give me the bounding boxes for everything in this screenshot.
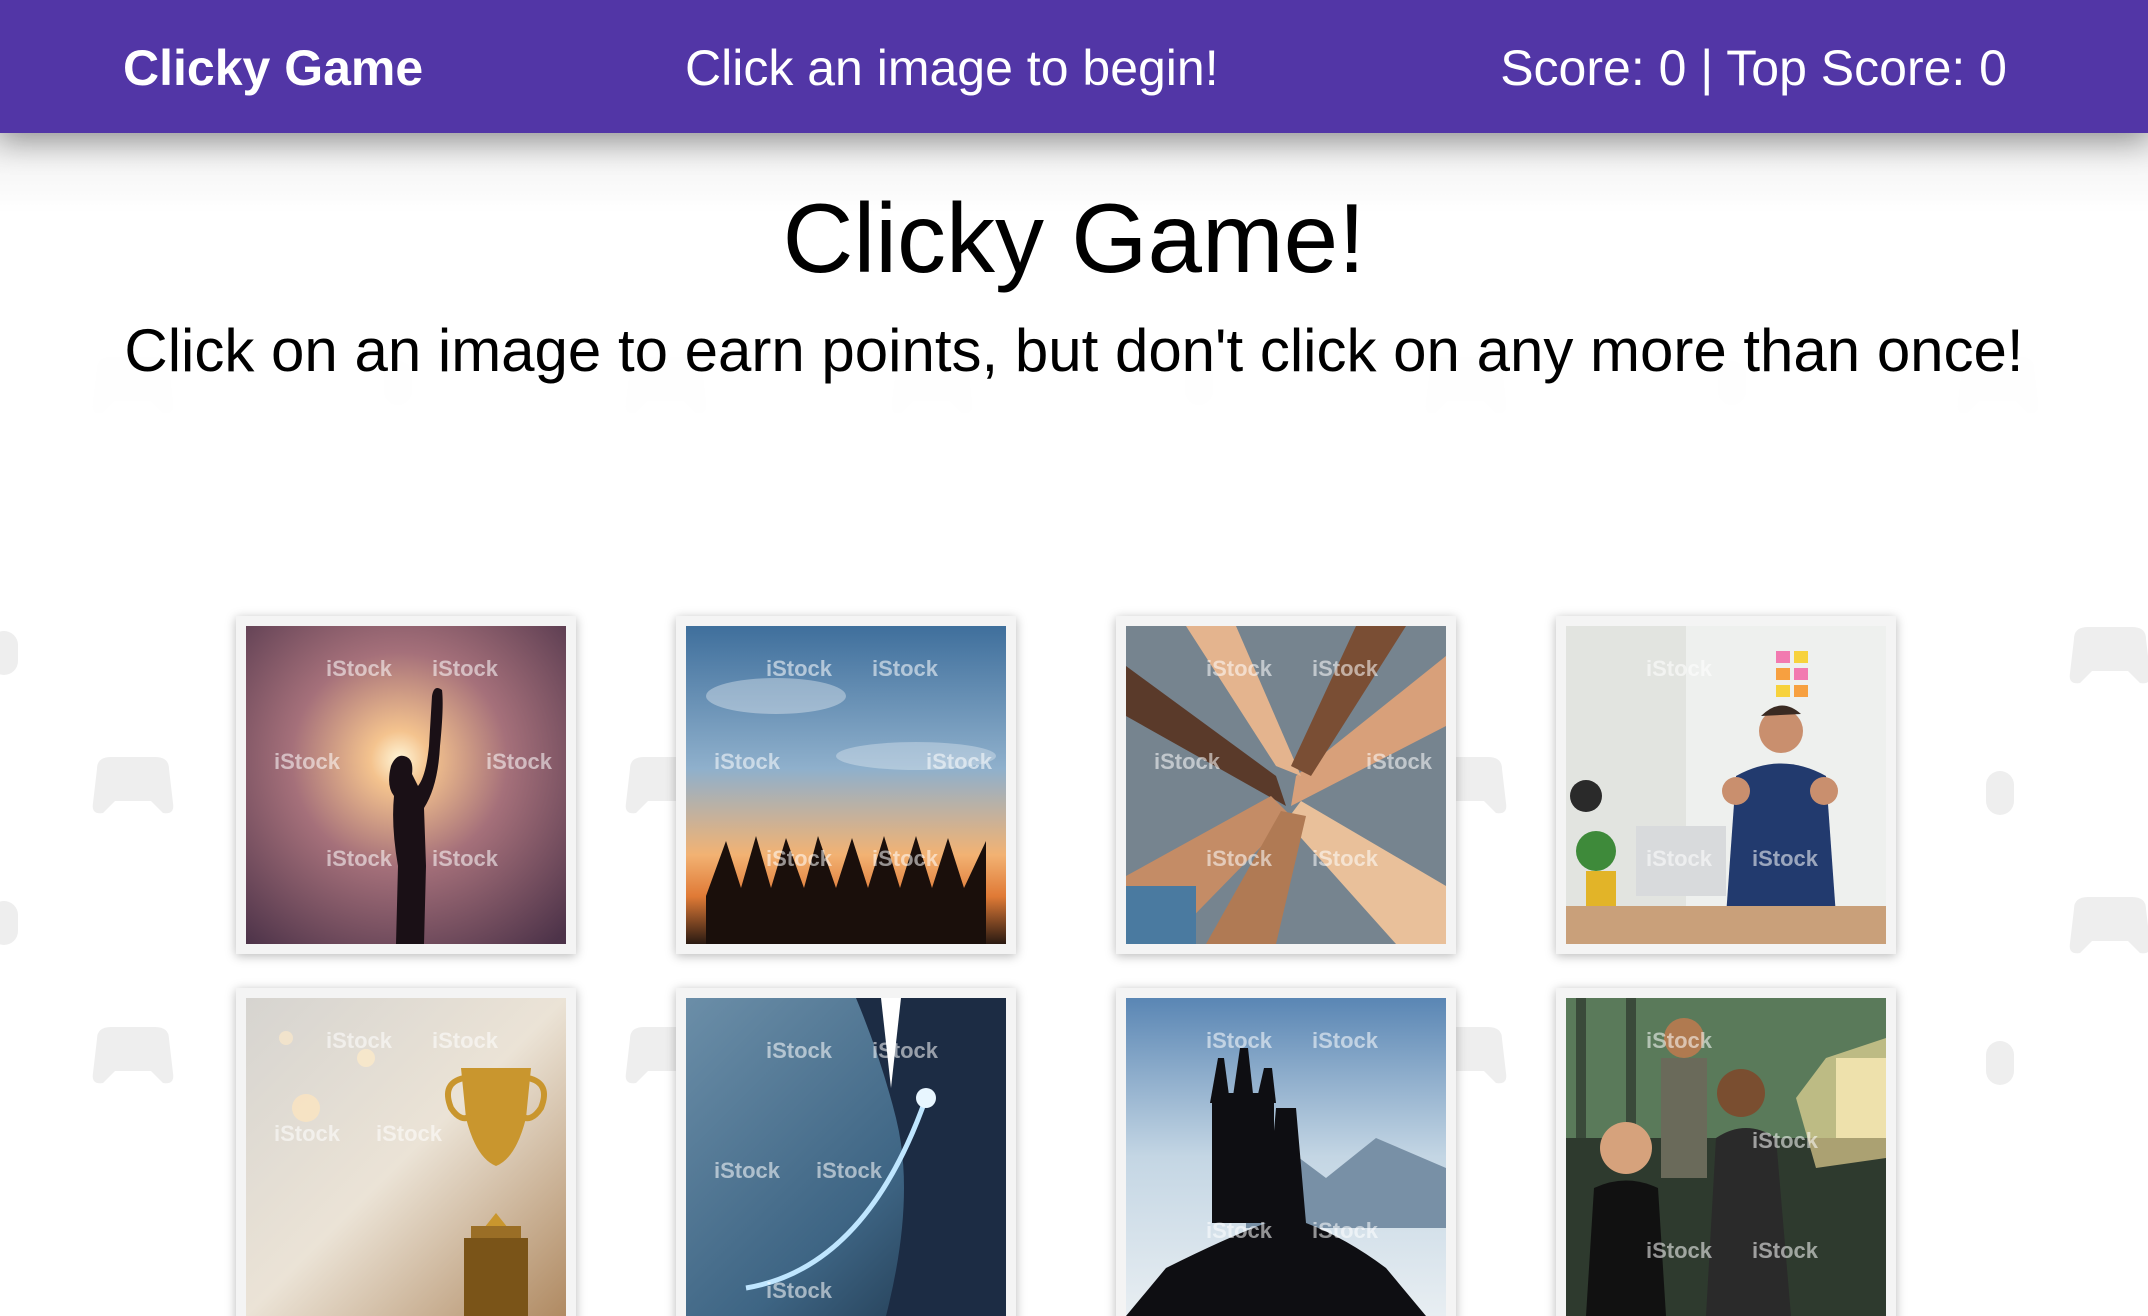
svg-text:iStock: iStock [326,1028,393,1053]
svg-text:iStock: iStock [766,1038,833,1063]
svg-text:iStock: iStock [766,656,833,681]
image-card-growth[interactable]: iStock iStock iStock iStock iStock [676,988,1016,1316]
summit-silhouette-icon: iStock iStock iStock iStock [1126,998,1446,1316]
svg-text:iStock: iStock [376,1121,443,1146]
svg-text:iStock: iStock [714,1158,781,1183]
navbar: Clicky Game Click an image to begin! Sco… [0,0,2148,133]
svg-text:iStock: iStock [1154,749,1221,774]
svg-text:iStock: iStock [1206,1218,1273,1243]
image-card-hands[interactable]: iStock iStock iStock iStock iStock iStock [1116,616,1456,954]
svg-text:iStock: iStock [872,656,939,681]
svg-text:iStock: iStock [1312,1218,1379,1243]
svg-text:iStock: iStock [1366,749,1433,774]
nav-brand[interactable]: Clicky Game [123,0,423,133]
svg-text:iStock: iStock [1312,846,1379,871]
svg-text:iStock: iStock [714,749,781,774]
svg-text:iStock: iStock [1312,1028,1379,1053]
svg-text:iStock: iStock [1752,846,1819,871]
svg-text:iStock: iStock [872,846,939,871]
svg-text:iStock: iStock [326,656,393,681]
svg-text:iStock: iStock [1646,1028,1713,1053]
svg-text:iStock: iStock [872,1038,939,1063]
image-card-trophy[interactable]: iStock iStock iStock iStock [236,988,576,1316]
svg-text:iStock: iStock [766,846,833,871]
growth-arrow-icon: iStock iStock iStock iStock iStock [686,998,1006,1316]
svg-text:iStock: iStock [926,749,993,774]
svg-text:iStock: iStock [432,656,499,681]
svg-text:iStock: iStock [486,749,553,774]
svg-text:iStock: iStock [274,749,341,774]
svg-text:iStock: iStock [816,1158,883,1183]
svg-text:iStock: iStock [1752,1128,1819,1153]
svg-text:iStock: iStock [1646,1238,1713,1263]
svg-text:iStock: iStock [1752,1238,1819,1263]
svg-text:iStock: iStock [1206,846,1273,871]
image-grid: iStock iStock iStock iStock iStock iStock [0,0,2148,1316]
svg-text:iStock: iStock [1312,656,1379,681]
image-card-success[interactable]: iStock iStock iStock iStock iStock iStock [236,616,576,954]
teamwork-silhouette-icon: iStock iStock iStock iStock iStock iStock [686,626,1006,944]
svg-text:iStock: iStock [326,846,393,871]
svg-text:iStock: iStock [1646,846,1713,871]
success-silhouette-icon: iStock iStock iStock iStock iStock iStock [246,626,566,944]
score-display: Score: 0 | Top Score: 0 [1500,40,2007,96]
svg-text:iStock: iStock [1646,656,1713,681]
image-card-team[interactable]: iStock iStock iStock iStock [1556,988,1896,1316]
game-status-message: Click an image to begin! [685,40,1219,96]
hands-stack-icon: iStock iStock iStock iStock iStock iStock [1126,626,1446,944]
svg-text:iStock: iStock [1206,1028,1273,1053]
image-card-summit[interactable]: iStock iStock iStock iStock [1116,988,1456,1316]
image-card-teamwork[interactable]: iStock iStock iStock iStock iStock iStock [676,616,1016,954]
svg-text:iStock: iStock [432,846,499,871]
svg-text:iStock: iStock [766,1278,833,1303]
svg-text:iStock: iStock [1206,656,1273,681]
trophy-icon: iStock iStock iStock iStock [246,998,566,1316]
page: Clicky Game Click an image to begin! Sco… [0,0,2148,1316]
celebrating-worker-icon: iStock iStock iStock [1566,626,1886,944]
svg-text:iStock: iStock [274,1121,341,1146]
image-card-worker[interactable]: iStock iStock iStock [1556,616,1896,954]
svg-text:iStock: iStock [432,1028,499,1053]
applauding-team-icon: iStock iStock iStock iStock [1566,998,1886,1316]
